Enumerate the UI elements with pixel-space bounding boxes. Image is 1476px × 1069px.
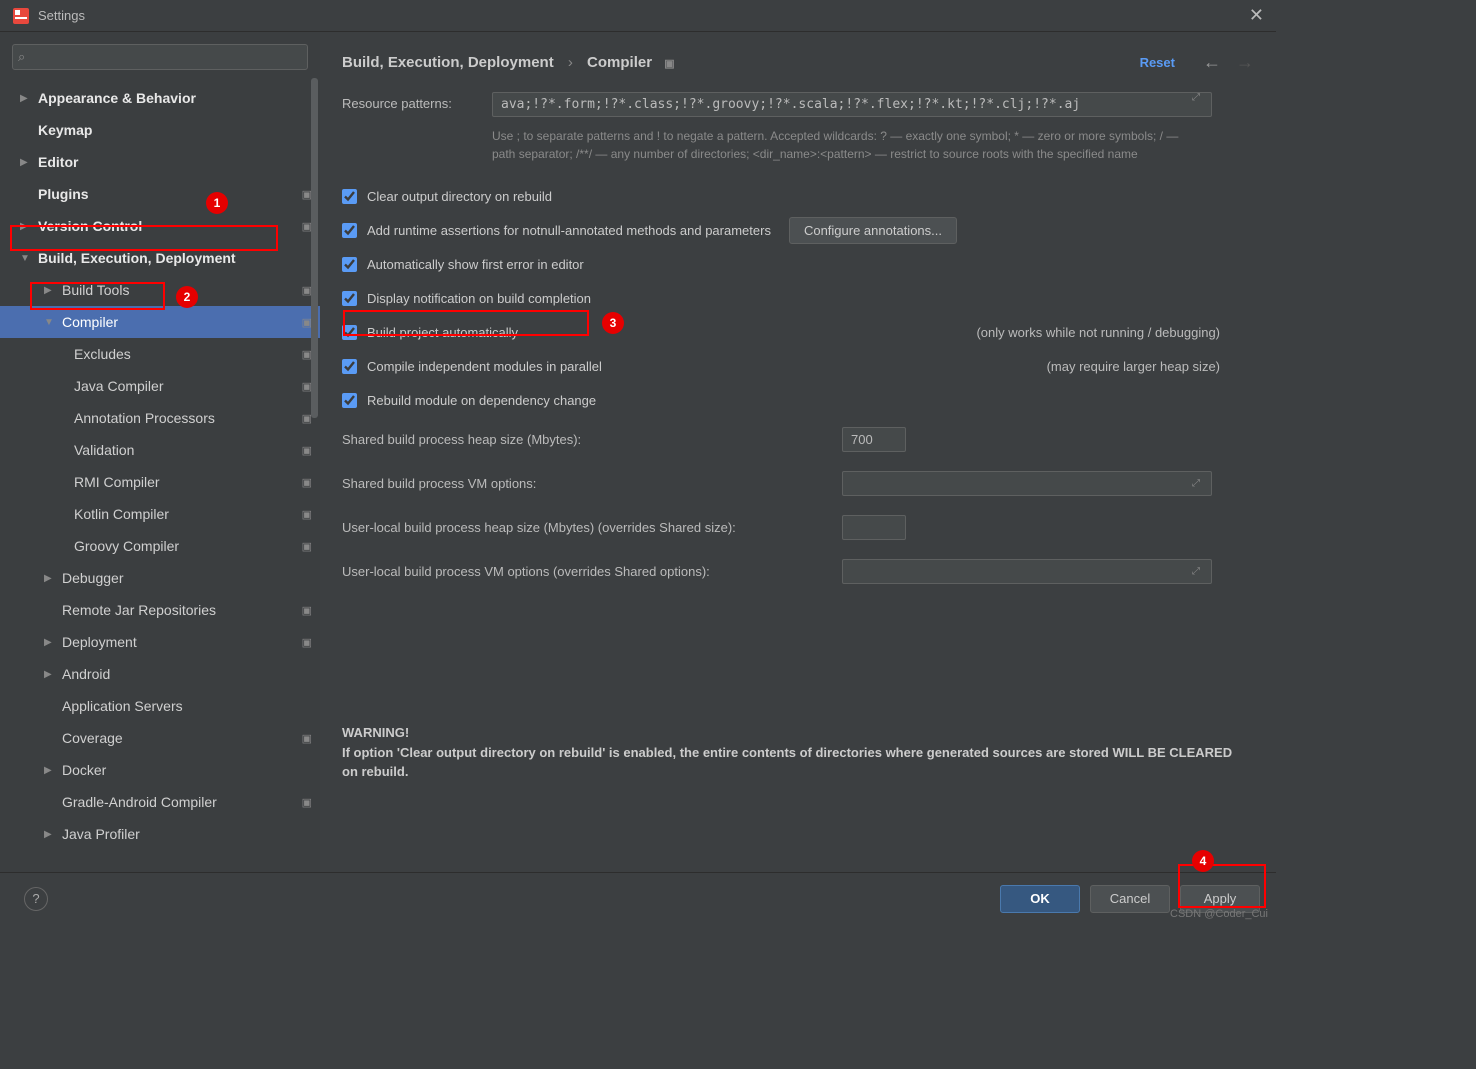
tree-excludes[interactable]: Excludes▣: [0, 338, 320, 370]
build-automatically-checkbox[interactable]: [342, 325, 357, 340]
tree-deployment[interactable]: ▶Deployment▣: [0, 626, 320, 658]
project-badge-icon: ▣: [302, 604, 312, 617]
tree-scrollbar[interactable]: [311, 78, 318, 418]
tree-validation[interactable]: Validation▣: [0, 434, 320, 466]
build-auto-note: (only works while not running / debuggin…: [976, 325, 1248, 340]
configure-annotations-button[interactable]: Configure annotations...: [789, 217, 957, 244]
tree-groovy-compiler[interactable]: Groovy Compiler▣: [0, 530, 320, 562]
tree-app-servers[interactable]: Application Servers: [0, 690, 320, 722]
chevron-down-icon: ▼: [44, 317, 58, 328]
close-icon[interactable]: ✕: [1249, 5, 1264, 26]
tree-android[interactable]: ▶Android: [0, 658, 320, 690]
rebuild-dep-checkbox[interactable]: [342, 393, 357, 408]
user-vmopts-input[interactable]: [842, 559, 1212, 584]
chevron-right-icon: ▶: [44, 669, 58, 680]
warning-title: WARNING!: [342, 723, 1248, 743]
breadcrumb-root: Build, Execution, Deployment: [342, 54, 554, 71]
project-badge-icon: ▣: [302, 732, 312, 745]
help-button[interactable]: ?: [24, 887, 48, 911]
show-first-error-label: Automatically show first error in editor: [367, 257, 584, 272]
reset-link[interactable]: Reset: [1140, 55, 1175, 70]
user-heap-label: User-local build process heap size (Mbyt…: [342, 520, 842, 535]
tree-debugger[interactable]: ▶Debugger: [0, 562, 320, 594]
clear-output-checkbox[interactable]: [342, 189, 357, 204]
chevron-right-icon: ▶: [20, 157, 34, 168]
project-badge-icon: ▣: [302, 636, 312, 649]
tree-plugins[interactable]: Plugins▣: [0, 178, 320, 210]
window-title: Settings: [38, 8, 1249, 23]
chevron-right-icon: ▶: [44, 573, 58, 584]
search-icon: ⌕: [18, 49, 25, 65]
settings-sidebar: ⌕ ▶Appearance & Behavior Keymap ▶Editor …: [0, 32, 320, 872]
shared-vmopts-input[interactable]: [842, 471, 1212, 496]
ok-button[interactable]: OK: [1000, 885, 1080, 913]
settings-content: Build, Execution, Deployment › Compiler …: [320, 32, 1276, 872]
tree-gradle-android[interactable]: Gradle-Android Compiler▣: [0, 786, 320, 818]
chevron-right-icon: ▶: [20, 93, 34, 104]
tree-java-compiler[interactable]: Java Compiler▣: [0, 370, 320, 402]
nav-forward-icon: →: [1236, 52, 1254, 72]
tree-kotlin-compiler[interactable]: Kotlin Compiler▣: [0, 498, 320, 530]
notnull-assertions-label: Add runtime assertions for notnull-annot…: [367, 223, 771, 238]
project-badge-icon: ▣: [302, 796, 312, 809]
tree-coverage[interactable]: Coverage▣: [0, 722, 320, 754]
chevron-right-icon: ▶: [44, 765, 58, 776]
resource-patterns-input[interactable]: [492, 92, 1212, 117]
shared-heap-input[interactable]: [842, 427, 906, 452]
tree-java-profiler[interactable]: ▶Java Profiler: [0, 818, 320, 850]
clear-output-label: Clear output directory on rebuild: [367, 189, 552, 204]
settings-tree[interactable]: ▶Appearance & Behavior Keymap ▶Editor Pl…: [0, 76, 320, 872]
user-heap-input[interactable]: [842, 515, 906, 540]
compile-parallel-note: (may require larger heap size): [1047, 359, 1248, 374]
resource-patterns-help: Use ; to separate patterns and ! to nega…: [492, 127, 1192, 163]
tree-vcs[interactable]: ▶Version Control▣: [0, 210, 320, 242]
project-badge-icon: ▣: [302, 476, 312, 489]
display-notification-checkbox[interactable]: [342, 291, 357, 306]
project-badge-icon: ▣: [302, 444, 312, 457]
tree-rmi-compiler[interactable]: RMI Compiler▣: [0, 466, 320, 498]
tree-compiler[interactable]: ▼Compiler▣: [0, 306, 320, 338]
breadcrumb: Build, Execution, Deployment › Compiler …: [342, 54, 1140, 71]
shared-heap-label: Shared build process heap size (Mbytes):: [342, 432, 842, 447]
search-input[interactable]: [12, 44, 308, 70]
tree-remote-jar[interactable]: Remote Jar Repositories▣: [0, 594, 320, 626]
watermark: CSDN @Coder_Cui: [1170, 908, 1268, 920]
chevron-right-icon: ▶: [20, 221, 34, 232]
project-badge-icon: ▣: [302, 540, 312, 553]
button-bar: ? OK Cancel Apply: [0, 872, 1276, 924]
notnull-assertions-checkbox[interactable]: [342, 223, 357, 238]
chevron-right-icon: ›: [568, 54, 573, 71]
compile-parallel-label: Compile independent modules in parallel: [367, 359, 602, 374]
app-logo-icon: [12, 7, 30, 25]
tree-keymap[interactable]: Keymap: [0, 114, 320, 146]
display-notification-label: Display notification on build completion: [367, 291, 591, 306]
warning-block: WARNING! If option 'Clear output directo…: [342, 723, 1248, 782]
tree-editor[interactable]: ▶Editor: [0, 146, 320, 178]
user-vmopts-label: User-local build process VM options (ove…: [342, 564, 842, 579]
chevron-right-icon: ▶: [44, 637, 58, 648]
chevron-down-icon: ▼: [20, 253, 34, 264]
warning-body: If option 'Clear output directory on reb…: [342, 743, 1248, 782]
project-badge-icon: ▣: [664, 58, 674, 70]
compile-parallel-checkbox[interactable]: [342, 359, 357, 374]
project-badge-icon: ▣: [302, 508, 312, 521]
tree-docker[interactable]: ▶Docker: [0, 754, 320, 786]
cancel-button[interactable]: Cancel: [1090, 885, 1170, 913]
tree-build[interactable]: ▼Build, Execution, Deployment: [0, 242, 320, 274]
rebuild-dep-label: Rebuild module on dependency change: [367, 393, 596, 408]
build-automatically-label: Build project automatically: [367, 325, 518, 340]
show-first-error-checkbox[interactable]: [342, 257, 357, 272]
titlebar: Settings ✕: [0, 0, 1276, 32]
tree-annotation-processors[interactable]: Annotation Processors▣: [0, 402, 320, 434]
chevron-right-icon: ▶: [44, 829, 58, 840]
chevron-right-icon: ▶: [44, 285, 58, 296]
tree-build-tools[interactable]: ▶Build Tools▣: [0, 274, 320, 306]
nav-back-icon[interactable]: ←: [1203, 52, 1221, 72]
resource-patterns-label: Resource patterns:: [342, 92, 492, 111]
breadcrumb-leaf: Compiler: [587, 54, 652, 71]
shared-vmopts-label: Shared build process VM options:: [342, 476, 842, 491]
tree-appearance[interactable]: ▶Appearance & Behavior: [0, 82, 320, 114]
